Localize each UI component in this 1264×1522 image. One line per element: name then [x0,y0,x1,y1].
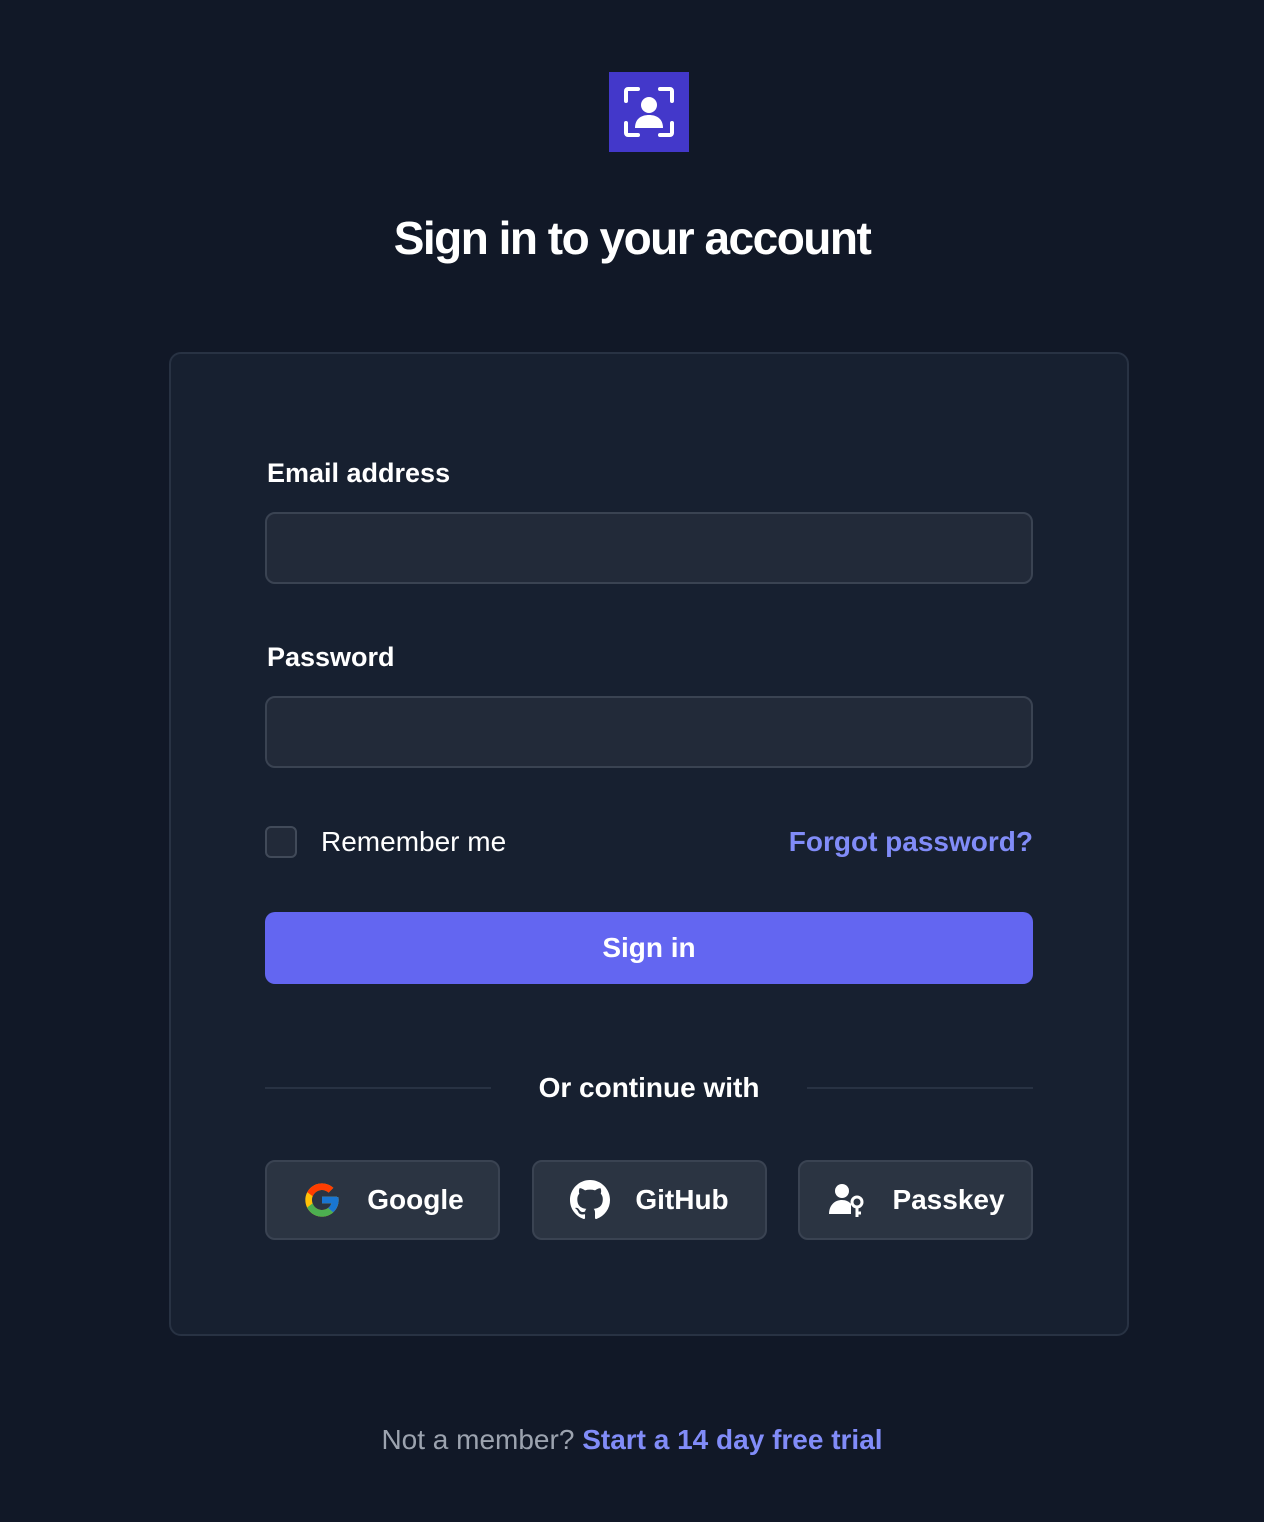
google-button[interactable]: Google [265,1160,500,1240]
github-label: GitHub [635,1184,729,1215]
github-icon [569,1179,611,1221]
password-field[interactable] [265,696,1033,768]
divider-line-left [265,1087,491,1089]
user-scan-icon [609,72,689,152]
remember-me-group: Remember me [265,826,506,858]
google-label: Google [367,1184,464,1215]
page-title: Sign in to your account [393,212,872,264]
passkey-icon [826,1179,868,1221]
forgot-password-link[interactable]: Forgot password? [789,826,1033,858]
remember-me-checkbox[interactable] [265,826,297,858]
footer: Not a member? Start a 14 day free trial [0,1422,1264,1458]
provider-buttons: Google GitHub Passkey [265,1160,1033,1240]
passkey-button[interactable]: Passkey [798,1160,1033,1240]
divider-line-right [807,1087,1034,1089]
divider: Or continue with [265,1070,1034,1106]
remember-row: Remember me Forgot password? [265,824,1033,860]
sign-in-card: Email address Password Remember me Forgo… [169,352,1129,1336]
google-icon [301,1179,343,1221]
password-label: Password [267,642,395,672]
sign-in-page: Sign in to your account Email address Pa… [0,0,1264,1522]
email-label: Email address [267,458,451,488]
passkey-label: Passkey [892,1184,1005,1215]
free-trial-link[interactable]: Start a 14 day free trial [582,1424,882,1455]
sign-in-button[interactable]: Sign in [265,912,1033,984]
footer-prompt: Not a member? [381,1424,575,1455]
divider-text: Or continue with [538,1072,760,1103]
remember-me-label[interactable]: Remember me [321,826,506,858]
email-field[interactable] [265,512,1033,584]
github-button[interactable]: GitHub [531,1160,767,1240]
